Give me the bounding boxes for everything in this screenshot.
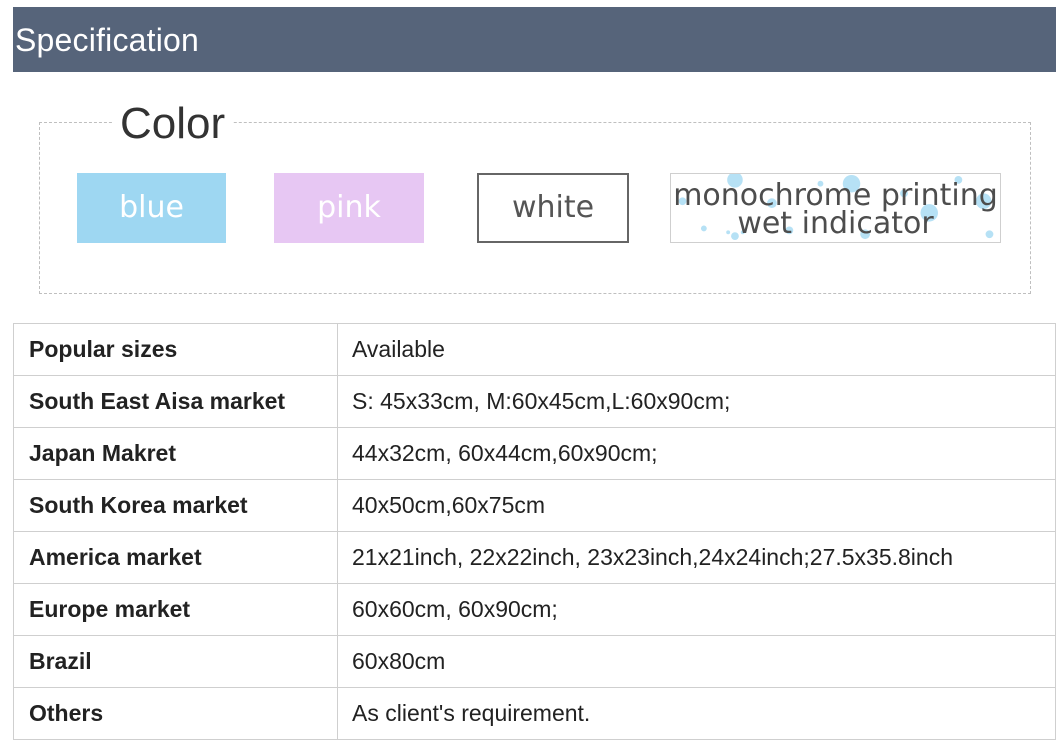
spec-table: Popular sizes Available South East Aisa … <box>13 323 1056 740</box>
row-value: As client's requirement. <box>337 687 1056 740</box>
row-value: 40x50cm,60x75cm <box>337 479 1056 532</box>
row-value: S: 45x33cm, M:60x45cm,L:60x90cm; <box>337 375 1056 428</box>
color-swatch-monochrome: monochrome printing wet indicator <box>670 173 1001 243</box>
row-label: Popular sizes <box>13 323 338 376</box>
table-row: South East Aisa market S: 45x33cm, M:60x… <box>13 375 1056 428</box>
row-label: Others <box>13 687 338 740</box>
swatch-label: blue <box>119 190 184 225</box>
swatch-label-line2: wet indicator <box>737 206 934 241</box>
table-row: America market 21x21inch, 22x22inch, 23x… <box>13 531 1056 584</box>
color-swatch-white: white <box>477 173 629 243</box>
table-row: South Korea market 40x50cm,60x75cm <box>13 479 1056 532</box>
row-label: America market <box>13 531 338 584</box>
swatch-label: pink <box>317 190 381 225</box>
row-value: Available <box>337 323 1056 376</box>
table-row: Brazil 60x80cm <box>13 635 1056 688</box>
row-value: 60x80cm <box>337 635 1056 688</box>
row-value: 44x32cm, 60x44cm,60x90cm; <box>337 427 1056 480</box>
row-label: Japan Makret <box>13 427 338 480</box>
section-header: Specification <box>13 7 1056 72</box>
table-row: Others As client's requirement. <box>13 687 1056 740</box>
swatch-label: white <box>511 190 595 225</box>
color-legend: Color <box>112 98 234 150</box>
section-title: Specification <box>15 22 200 58</box>
row-label: Brazil <box>13 635 338 688</box>
color-swatch-pink: pink <box>274 173 424 243</box>
color-swatch-blue: blue <box>77 173 226 243</box>
row-label: South East Aisa market <box>13 375 338 428</box>
table-row: Popular sizes Available <box>13 323 1056 376</box>
row-value: 21x21inch, 22x22inch, 23x23inch,24x24inc… <box>337 531 1056 584</box>
table-row: Europe market 60x60cm, 60x90cm; <box>13 583 1056 636</box>
table-row: Japan Makret 44x32cm, 60x44cm,60x90cm; <box>13 427 1056 480</box>
row-label: South Korea market <box>13 479 338 532</box>
row-label: Europe market <box>13 583 338 636</box>
row-value: 60x60cm, 60x90cm; <box>337 583 1056 636</box>
